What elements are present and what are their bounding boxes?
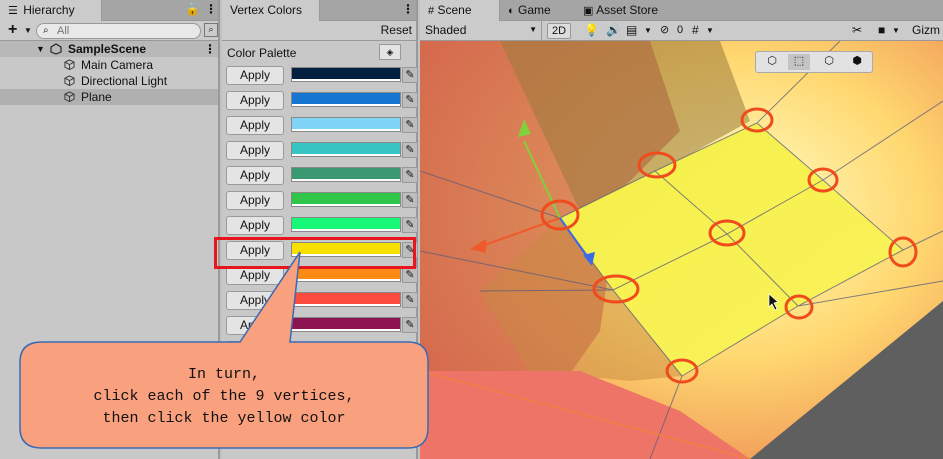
instruction-text: In turn, click each of the 9 vertices, t… [20, 364, 428, 430]
instruction-line-3: then click the yellow color [102, 410, 346, 427]
instruction-line-1: In turn, [187, 366, 260, 383]
instruction-line-2: click each of the 9 vertices, [93, 388, 355, 405]
